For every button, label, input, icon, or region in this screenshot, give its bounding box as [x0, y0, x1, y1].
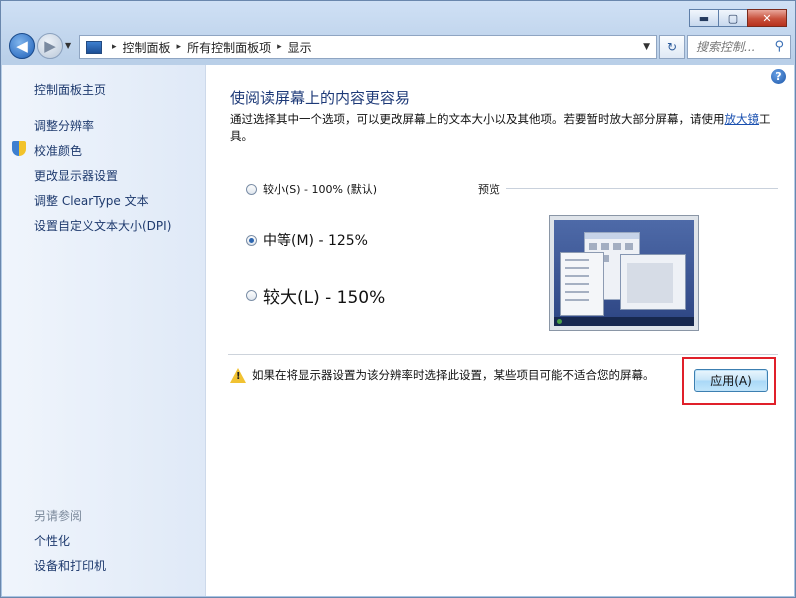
- radio-medium[interactable]: [246, 234, 257, 246]
- breadcrumb-separator-icon[interactable]: ▸: [177, 42, 182, 52]
- sidebar-item-custom-dpi[interactable]: 设置自定义文本大小(DPI): [34, 217, 171, 234]
- preview-window-front: [620, 254, 686, 310]
- preview-screen: [554, 220, 694, 326]
- sidebar-link-personalization[interactable]: 个性化: [34, 532, 70, 549]
- recent-pages-dropdown-icon[interactable]: ▼: [65, 41, 71, 50]
- page-description: 通过选择其中一个选项，可以更改屏幕上的文本大小以及其他项。若要暂时放大部分屏幕，…: [230, 111, 778, 145]
- preview-line: [565, 267, 589, 269]
- search-box[interactable]: ⚲: [687, 35, 791, 59]
- breadcrumb-all-items[interactable]: 所有控制面板项: [187, 39, 271, 56]
- sidebar-item-change-display-settings[interactable]: 更改显示器设置: [34, 167, 118, 184]
- breadcrumb-control-panel[interactable]: 控制面板: [123, 39, 171, 56]
- page-title: 使阅读屏幕上的内容更容易: [230, 89, 411, 107]
- sidebar-control-panel-home[interactable]: 控制面板主页: [34, 81, 106, 98]
- apply-button[interactable]: 应用(A): [694, 369, 768, 392]
- back-button[interactable]: ◀: [9, 33, 35, 59]
- preview-line: [565, 299, 589, 301]
- help-icon[interactable]: ?: [771, 69, 786, 84]
- preview-divider: [506, 188, 778, 189]
- search-icon[interactable]: ⚲: [774, 39, 784, 54]
- preview-icon: [601, 243, 609, 250]
- option-larger[interactable]: 较大(L) - 150%: [246, 283, 385, 308]
- control-panel-icon: [86, 40, 102, 54]
- option-medium-label[interactable]: 中等(M) - 125%: [263, 230, 368, 250]
- sidebar-item-cleartype[interactable]: 调整 ClearType 文本: [34, 192, 149, 209]
- preview-taskbar: [554, 317, 694, 326]
- sidebar-link-devices-printers[interactable]: 设备和打印机: [34, 557, 106, 574]
- section-divider: [228, 354, 778, 355]
- preview-start-orb: [557, 319, 562, 324]
- close-button[interactable]: ✕: [747, 9, 787, 27]
- preview-line: [565, 283, 589, 285]
- address-dropdown-icon[interactable]: ▼: [643, 42, 650, 52]
- warning-icon-glyph: !: [236, 371, 241, 382]
- option-medium[interactable]: 中等(M) - 125%: [246, 230, 368, 250]
- description-text: 通过选择其中一个选项，可以更改屏幕上的文本大小以及其他项。若要暂时放大部分屏幕，…: [230, 112, 725, 126]
- navigation-bar: ◀ ▶ ▼ ▸ 控制面板 ▸ 所有控制面板项 ▸ 显示 ▼ ↻ ⚲: [7, 31, 791, 63]
- see-also-heading: 另请参阅: [34, 509, 83, 523]
- uac-shield-icon: [12, 141, 26, 156]
- task-pane: 控制面板主页 调整分辨率 校准颜色 更改显示器设置 调整 ClearType 文…: [2, 65, 206, 596]
- option-smaller-label[interactable]: 较小(S) - 100% (默认): [263, 181, 377, 197]
- warning-text: 如果在将显示器设置为该分辨率时选择此设置，某些项目可能不适合您的屏幕。: [252, 368, 655, 382]
- maximize-button[interactable]: ▢: [718, 9, 748, 27]
- control-panel-window: ▬ ▢ ✕ ◀ ▶ ▼ ▸ 控制面板 ▸ 所有控制面板项 ▸ 显示 ▼ ↻ ⚲ …: [0, 0, 796, 598]
- preview-line: [565, 291, 589, 293]
- warning-icon: !: [230, 368, 246, 383]
- forward-button[interactable]: ▶: [37, 33, 63, 59]
- main-content: ? 使阅读屏幕上的内容更容易 通过选择其中一个选项，可以更改屏幕上的文本大小以及…: [206, 65, 794, 596]
- minimize-button[interactable]: ▬: [689, 9, 719, 27]
- caption-buttons: ▬ ▢ ✕: [689, 9, 787, 27]
- sidebar-item-calibrate-color[interactable]: 校准颜色: [34, 142, 82, 159]
- preview-window-left: [560, 252, 604, 316]
- refresh-button[interactable]: ↻: [659, 35, 685, 59]
- option-larger-label[interactable]: 较大(L) - 150%: [263, 283, 385, 308]
- breadcrumb-separator-icon[interactable]: ▸: [277, 42, 282, 52]
- preview-window-body: [627, 263, 673, 303]
- preview-window-titlebar: [585, 233, 639, 239]
- preview-icon: [625, 243, 633, 250]
- preview-label: 预览: [478, 183, 500, 196]
- preview-line: [565, 259, 589, 261]
- preview-icon: [613, 243, 621, 250]
- radio-larger[interactable]: [246, 290, 257, 301]
- address-bar[interactable]: ▸ 控制面板 ▸ 所有控制面板项 ▸ 显示 ▼: [79, 35, 657, 59]
- preview-image: [549, 215, 699, 331]
- breadcrumb-display[interactable]: 显示: [288, 39, 312, 56]
- preview-line: [565, 275, 589, 277]
- radio-smaller[interactable]: [246, 183, 257, 195]
- sidebar-item-adjust-resolution[interactable]: 调整分辨率: [34, 117, 94, 134]
- refresh-icon: ↻: [666, 40, 678, 54]
- search-input[interactable]: [694, 39, 772, 55]
- preview-icon: [589, 243, 597, 250]
- breadcrumb-separator-icon[interactable]: ▸: [112, 42, 117, 52]
- option-smaller[interactable]: 较小(S) - 100% (默认): [246, 181, 377, 197]
- magnifier-link[interactable]: 放大镜: [725, 112, 760, 126]
